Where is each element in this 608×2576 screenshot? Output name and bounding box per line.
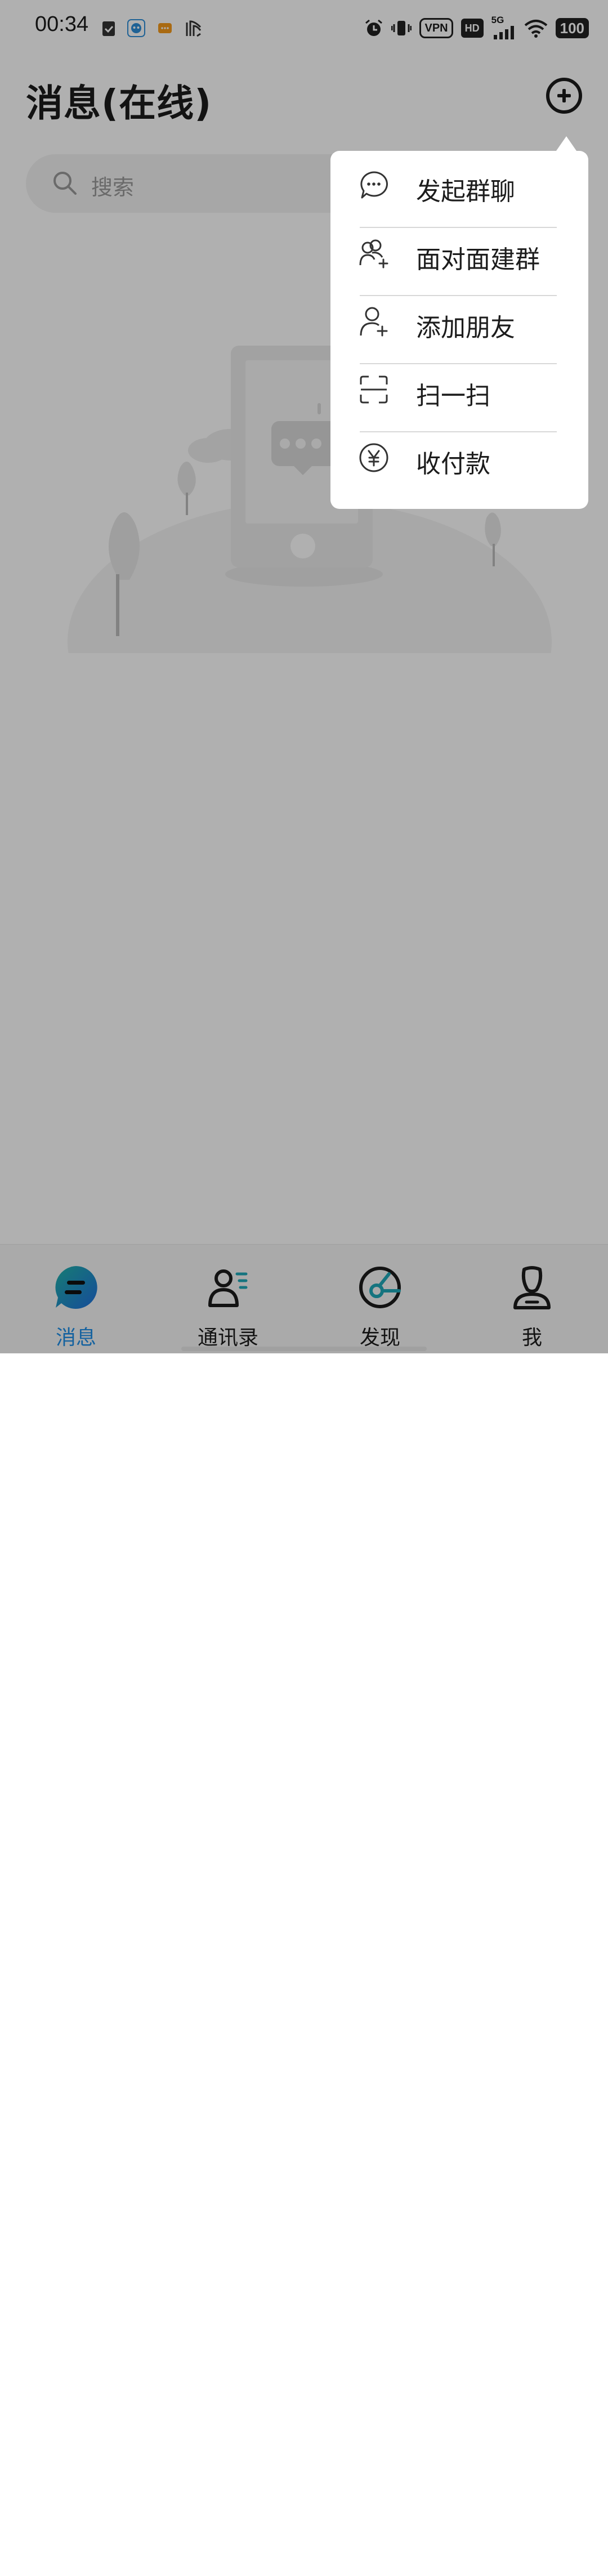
menu-item-add-friend[interactable]: 添加朋友 — [330, 287, 588, 355]
menu-item-scan[interactable]: 扫一扫 — [330, 355, 588, 423]
menu-item-label: 发起群聊 — [416, 177, 515, 206]
menu-item-payment[interactable]: 收付款 — [330, 423, 588, 491]
chat-bubble-icon — [360, 171, 388, 199]
popup-menu: 发起群聊 面对面建群 添加朋友 扫一扫 收付款 — [330, 151, 588, 509]
yuan-circle-icon — [359, 443, 388, 472]
person-add-icon — [360, 307, 388, 337]
watermark: https://www.haohan.../shop/P480 — [426, 2564, 560, 2575]
menu-item-label: 收付款 — [416, 450, 490, 478]
popup-arrow — [556, 136, 576, 151]
menu-item-face-to-face-group[interactable]: 面对面建群 — [330, 219, 588, 287]
menu-item-label: 扫一扫 — [416, 382, 490, 410]
menu-item-label: 添加朋友 — [416, 314, 515, 342]
menu-item-label: 面对面建群 — [416, 245, 540, 274]
group-add-icon — [359, 239, 388, 269]
menu-item-start-group-chat[interactable]: 发起群聊 — [330, 151, 588, 219]
scan-icon — [360, 375, 388, 404]
